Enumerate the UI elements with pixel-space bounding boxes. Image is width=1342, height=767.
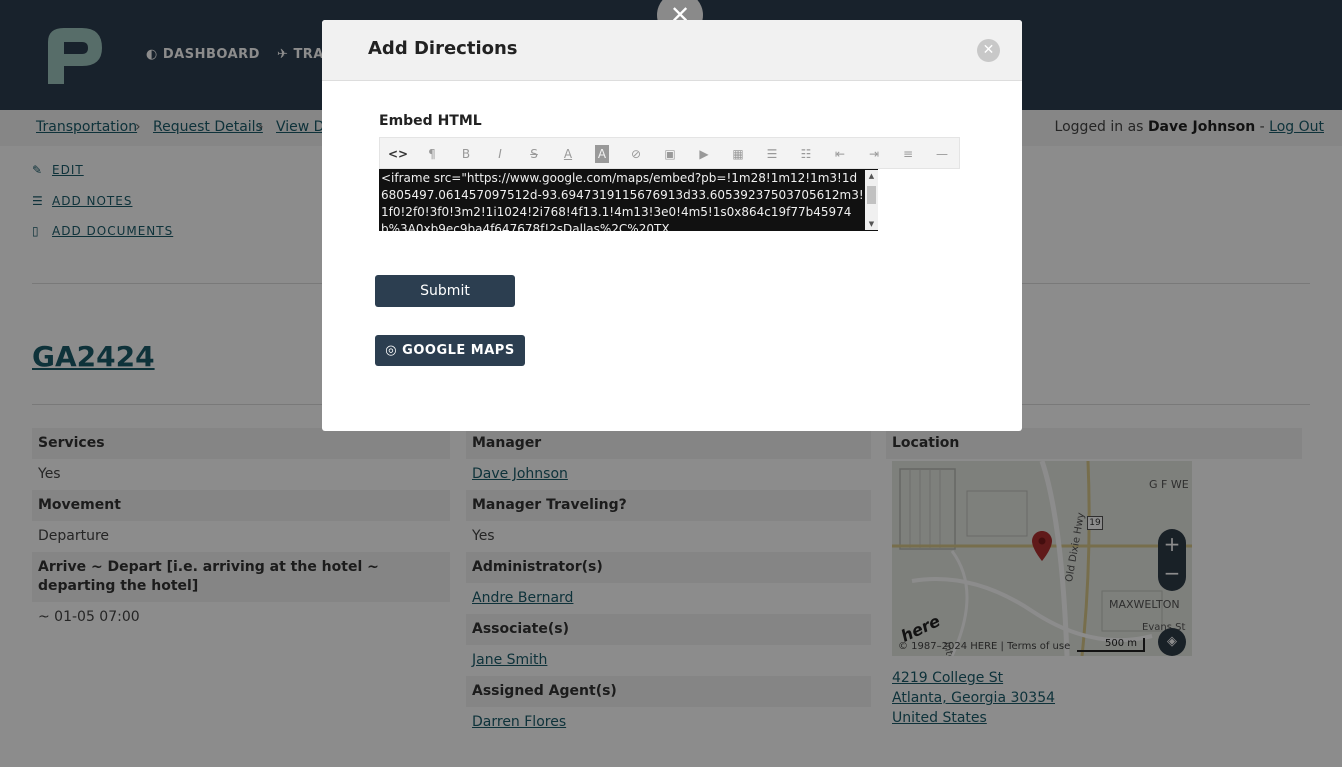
table-icon[interactable]: ▦ (728, 145, 748, 163)
modal-title: Add Directions (368, 38, 518, 59)
image-icon[interactable]: ▣ (660, 145, 680, 163)
scroll-up-icon[interactable]: ▲ (865, 170, 878, 182)
background-color-icon[interactable]: A (595, 145, 609, 163)
submit-button[interactable]: Submit (375, 275, 515, 307)
scroll-thumb[interactable] (867, 186, 876, 204)
google-maps-button[interactable]: ◎ GOOGLE MAPS (375, 335, 525, 366)
add-directions-modal: Add Directions ✕ Embed HTML <> ¶ B I S A A ⊘ ▣ ▶ ▦… (322, 20, 1022, 431)
indent-icon[interactable]: ⇥ (864, 145, 884, 163)
modal-header: Add Directions ✕ (322, 20, 1022, 81)
map-pin-icon: ◎ (385, 343, 398, 358)
outdent-icon[interactable]: ⇤ (830, 145, 850, 163)
numbered-list-icon[interactable]: ☷ (796, 145, 816, 163)
embed-html-textarea[interactable]: <iframe src="https://www.google.com/maps… (379, 169, 878, 231)
align-icon[interactable]: ≡ (898, 145, 918, 163)
scroll-down-icon[interactable]: ▼ (865, 218, 878, 230)
editor-toolbar: <> ¶ B I S A A ⊘ ▣ ▶ ▦ ☰ ☷ ⇤ ⇥ ≡ — (379, 137, 960, 169)
italic-icon[interactable]: I (490, 145, 510, 163)
code-view-icon[interactable]: <> (388, 145, 408, 163)
close-icon[interactable]: ✕ (977, 39, 1000, 62)
link-icon[interactable]: ⊘ (626, 145, 646, 163)
strikethrough-icon[interactable]: S (524, 145, 544, 163)
text-color-icon[interactable]: A (558, 145, 578, 163)
paragraph-icon[interactable]: ¶ (422, 145, 442, 163)
horizontal-rule-icon[interactable]: — (932, 145, 952, 163)
bold-icon[interactable]: B (456, 145, 476, 163)
textarea-scrollbar[interactable]: ▲ ▼ (865, 170, 878, 230)
embed-html-label: Embed HTML (379, 113, 482, 129)
video-icon[interactable]: ▶ (694, 145, 714, 163)
bullet-list-icon[interactable]: ☰ (762, 145, 782, 163)
